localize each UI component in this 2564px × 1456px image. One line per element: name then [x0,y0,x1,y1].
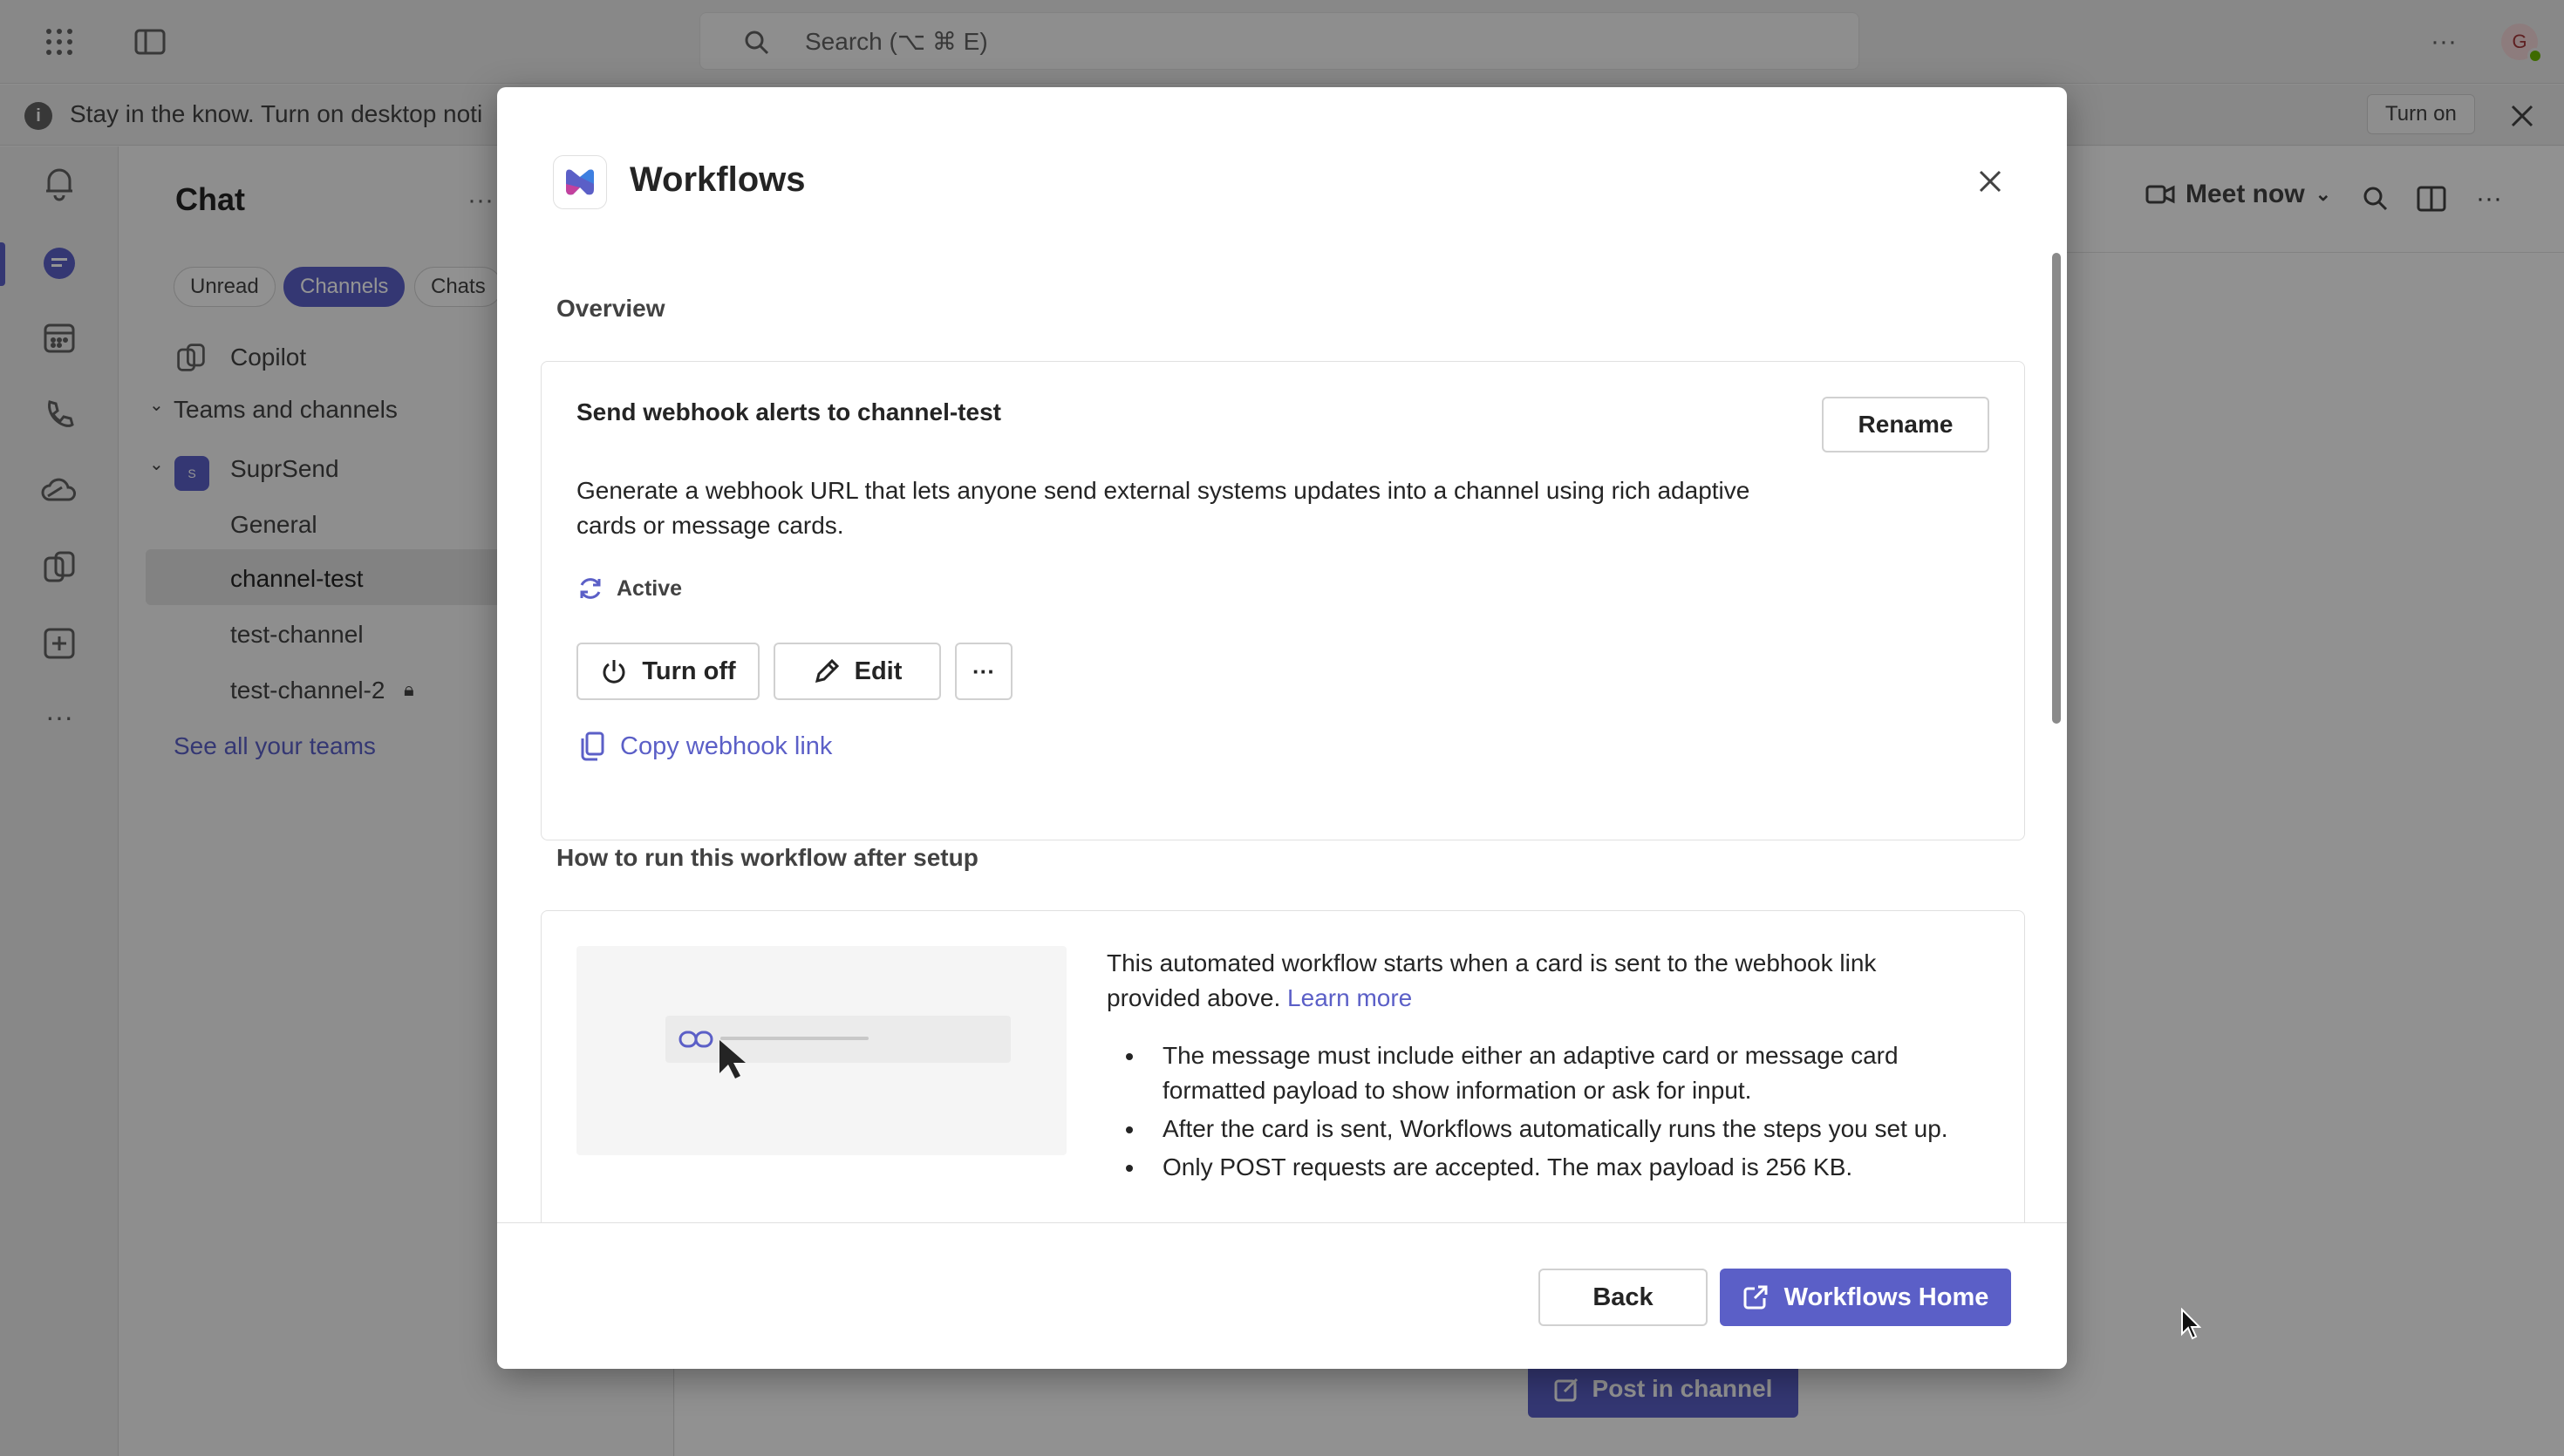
copy-webhook-link[interactable]: Copy webhook link [580,731,832,761]
power-icon [603,660,625,684]
overview-heading-label: Overview [556,295,665,322]
open-external-icon [1743,1285,1768,1310]
how-to-card: This automated workflow starts when a ca… [541,910,2025,1276]
workflow-description: Generate a webhook URL that lets anyone … [576,477,1750,539]
dialog-footer: Back Workflows Home [497,1222,2067,1369]
edit-button[interactable]: Edit [774,643,941,700]
workflows-logo-icon [553,155,607,209]
rename-button[interactable]: Rename [1822,397,1989,452]
list-item: The message must include either an adapt… [1107,1038,1953,1108]
edit-label: Edit [854,657,903,685]
sync-active-icon [580,578,601,599]
workflow-status: Active [576,575,682,602]
more-actions-button[interactable]: ··· [955,643,1013,700]
link-icon [679,1031,713,1048]
copy-webhook-link-label: Copy webhook link [620,731,833,760]
copy-icon [581,731,604,761]
list-item: After the card is sent, Workflows automa… [1107,1112,1953,1146]
workflows-dialog: Workflows Overview Overview Send webhook… [497,87,2067,1369]
close-dialog-icon[interactable] [1964,155,2016,208]
mouse-cursor-icon [2181,1308,2201,1340]
workflows-home-button[interactable]: Workflows Home [1720,1269,2011,1326]
workflow-title: Send webhook alerts to channel-test [576,398,1001,425]
webhook-illustration [576,946,1067,1155]
turn-off-label: Turn off [642,657,736,685]
how-to-intro-text: This automated workflow starts when a ca… [1107,949,1877,1011]
list-item: Only POST requests are accepted. The max… [1107,1150,1953,1185]
how-to-heading: How to run this workflow after setup [556,844,979,871]
pointer-icon [719,1040,746,1078]
learn-more-link[interactable]: Learn more [1287,984,1412,1011]
how-to-list: The message must include either an adapt… [1107,1038,1953,1188]
back-button[interactable]: Back [1538,1269,1708,1326]
turn-off-button[interactable]: Turn off [576,643,760,700]
dialog-title: Workflows [630,160,806,199]
how-to-intro: This automated workflow starts when a ca… [1107,946,1909,1016]
status-label: Active [617,575,683,601]
pencil-icon [815,658,839,684]
workflows-home-label: Workflows Home [1783,1283,1989,1311]
workflow-card: Send webhook alerts to channel-test Rena… [541,361,2025,840]
